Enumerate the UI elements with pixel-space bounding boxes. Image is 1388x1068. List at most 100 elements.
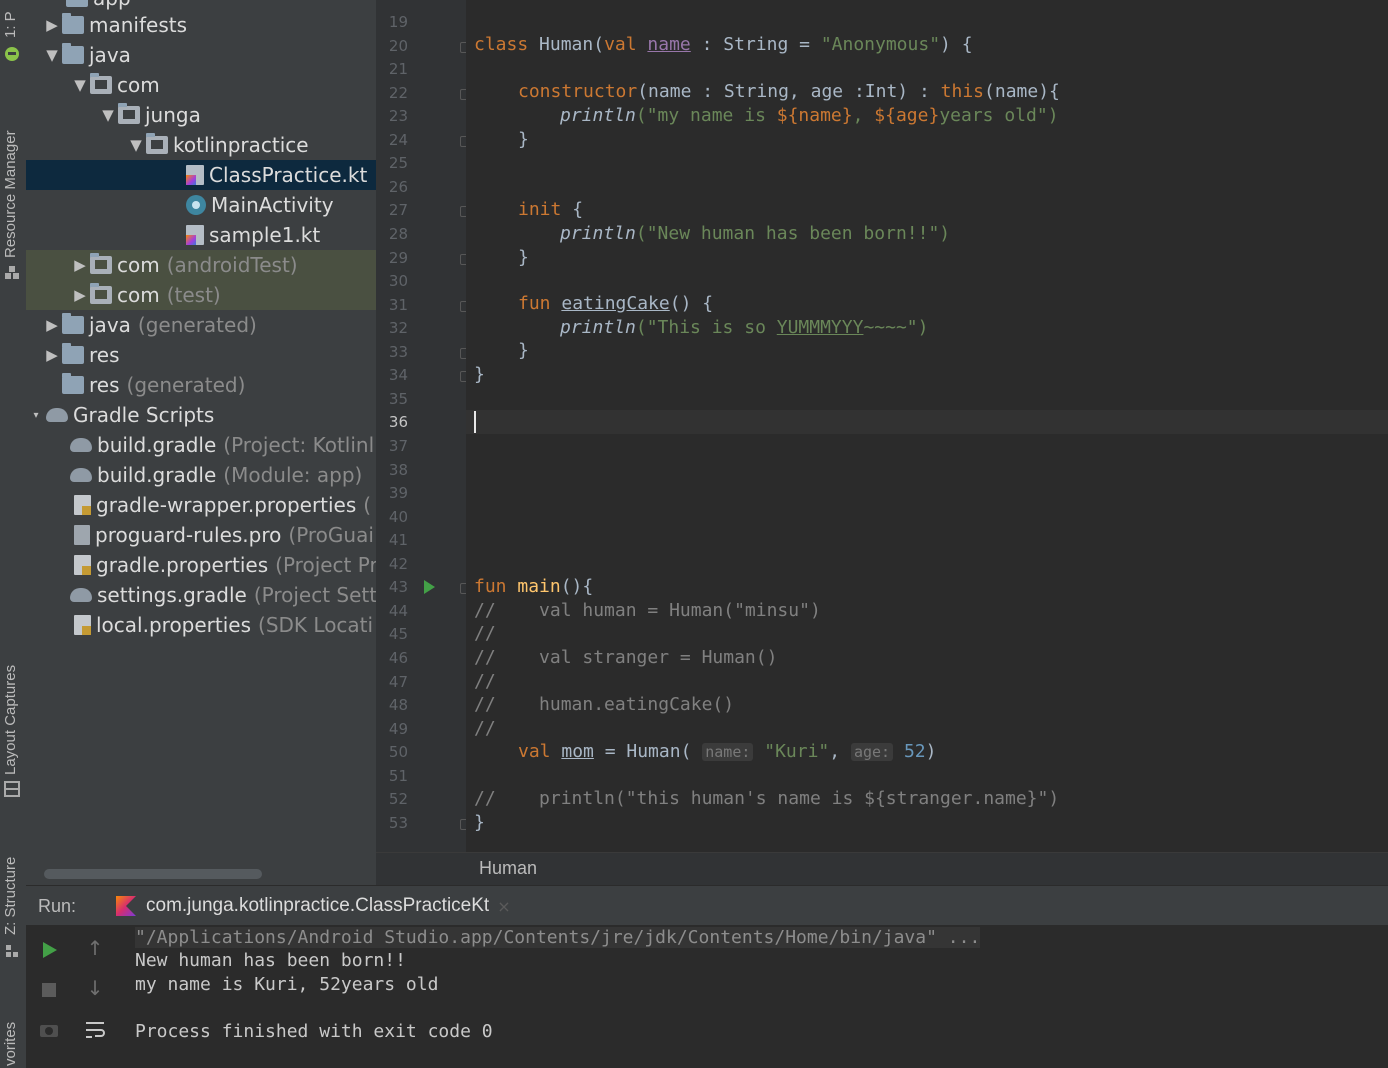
console-line: my name is Kuri, 52years old [135, 974, 439, 995]
tree-item-local-properties[interactable]: local.properties (SDK Locati [26, 610, 376, 640]
code-editor[interactable]: class Human(val name : String = "Anonymo… [466, 0, 1388, 852]
line-number: 49 [388, 720, 408, 738]
expand-arrow-icon[interactable]: ▶ [42, 316, 62, 334]
tree-item-settings-gradle[interactable]: settings.gradle (Project Setti [26, 580, 376, 610]
code-token: ("my name is [635, 105, 777, 126]
package-icon [90, 253, 112, 274]
tree-item-gradle-scripts[interactable]: ▾ Gradle Scripts [26, 400, 376, 430]
tree-item-com[interactable]: ▼ com [26, 70, 376, 100]
tree-horizontal-scrollbar[interactable] [44, 869, 262, 879]
down-arrow-icon[interactable]: ↓ [82, 975, 108, 1001]
line-number: 27 [388, 201, 408, 219]
favorites-tab[interactable]: vorites [2, 1022, 19, 1066]
folder-icon [62, 43, 84, 64]
line-number: 19 [388, 13, 408, 31]
expand-arrow-icon[interactable]: ▶ [70, 286, 90, 304]
layout-captures-tab[interactable]: Layout Captures [2, 665, 19, 775]
tree-item-proguard[interactable]: proguard-rules.pro (ProGuai [26, 520, 376, 550]
soft-wrap-icon[interactable] [82, 1017, 108, 1043]
tree-item-mainactivity[interactable]: MainActivity [26, 190, 376, 220]
tree-item-note: (ProGuai [288, 523, 374, 547]
tree-item-build-gradle-module[interactable]: build.gradle (Module: app) [26, 460, 376, 490]
tree-item-label: gradle-wrapper.properties [96, 493, 357, 517]
code-line-50: val mom = Human( name: "Kuri", age: 52) [518, 741, 936, 762]
tree-item-junga[interactable]: ▼ junga [26, 100, 376, 130]
code-token: : String = [690, 34, 821, 55]
run-gutter-icon[interactable] [424, 580, 435, 594]
line-number: 39 [388, 484, 408, 502]
tree-item-gradle-wrapper[interactable]: gradle-wrapper.properties ( [26, 490, 376, 520]
run-console[interactable]: "/Applications/Android Studio.app/Conten… [126, 925, 1388, 1068]
close-icon[interactable]: × [497, 897, 510, 916]
up-arrow-icon[interactable]: ↑ [82, 935, 108, 961]
run-tab-label: com.junga.kotlinpractice.ClassPracticeKt [146, 895, 490, 916]
collapse-arrow-icon[interactable]: ▼ [98, 106, 118, 124]
tree-item-sample1[interactable]: sample1.kt [26, 220, 376, 250]
tree-item-note: (Project Setti [253, 583, 376, 607]
line-number: 50 [388, 743, 408, 761]
tree-item-note: (Project Pr [275, 553, 376, 577]
code-token: ( [593, 34, 605, 55]
tree-item-note: (generated) [126, 373, 246, 397]
tree-item-label: sample1.kt [209, 223, 321, 247]
expand-arrow-icon[interactable]: ▶ [42, 16, 62, 34]
line-number: 48 [388, 696, 408, 714]
code-token: val [604, 34, 637, 55]
android-icon [3, 44, 21, 62]
tree-item-manifests[interactable]: ▶ manifests [26, 10, 376, 40]
collapse-arrow-icon[interactable]: ▼ [42, 46, 62, 64]
code-token: ("New human has been born!!") [635, 223, 951, 244]
collapse-arrow-icon[interactable]: ▼ [126, 136, 146, 154]
tree-item-classpractice[interactable]: ClassPractice.kt [26, 160, 376, 190]
tree-item-note: (Module: app) [223, 463, 363, 487]
expand-arrow-icon[interactable]: ▶ [42, 346, 62, 364]
tree-item-label: ClassPractice.kt [209, 163, 368, 187]
tree-item-label: proguard-rules.pro [95, 523, 282, 547]
line-number: 20 [388, 37, 408, 55]
breadcrumb-item[interactable]: Human [479, 858, 537, 879]
tree-item-label: java [89, 313, 131, 337]
tree-item-kotlinpractice[interactable]: ▼ kotlinpractice [26, 130, 376, 160]
properties-file-icon [74, 615, 91, 635]
line-number: 37 [388, 437, 408, 455]
code-line-23: println("my name is ${name}, ${age}years… [560, 105, 1059, 126]
resource-manager-icon [3, 264, 21, 282]
stop-button[interactable] [36, 977, 62, 1003]
code-line-45: // [474, 623, 496, 644]
camera-icon[interactable] [36, 1017, 62, 1043]
resource-manager-tab[interactable]: Resource Manager [2, 130, 19, 258]
code-token: eatingCake [561, 293, 670, 314]
project-tool-tab[interactable]: 1: P [2, 11, 19, 38]
expand-arrow-icon[interactable]: ▶ [70, 256, 90, 274]
console-line: Process finished with exit code 0 [135, 1021, 493, 1042]
kotlin-file-icon [186, 165, 204, 185]
line-number-gutter: 19 20 21 22 23 24 25 26 27 28 29 30 31 3… [376, 0, 471, 852]
tree-item-java-generated[interactable]: ▶ java (generated) [26, 310, 376, 340]
code-token: main [517, 576, 561, 597]
tree-item-com-androidtest[interactable]: ▶ com (androidTest) [26, 250, 376, 280]
tree-item-note: (generated) [137, 313, 257, 337]
run-config-tab[interactable]: com.junga.kotlinpractice.ClassPracticeKt… [110, 886, 517, 926]
collapse-arrow-icon[interactable]: ▼ [70, 76, 90, 94]
run-toolbar: ↑ ↓ [26, 925, 126, 1068]
line-number: 26 [388, 178, 408, 196]
tree-item-res[interactable]: ▶ res [26, 340, 376, 370]
parameter-hint: age: [850, 743, 894, 761]
tree-item-com-test[interactable]: ▶ com (test) [26, 280, 376, 310]
tree-item-label: build.gradle [97, 463, 217, 487]
structure-tab[interactable]: Z: Structure [2, 857, 19, 935]
tree-item-build-gradle-project[interactable]: build.gradle (Project: Kotlinl [26, 430, 376, 460]
res-folder-icon [62, 373, 84, 394]
gradle-icon [70, 468, 92, 482]
tree-item-res-generated[interactable]: res (generated) [26, 370, 376, 400]
code-line-43: fun main(){ [474, 576, 593, 597]
tree-item-java[interactable]: ▼ java [26, 40, 376, 70]
line-number: 28 [388, 225, 408, 243]
folder-icon [62, 13, 84, 34]
rerun-button[interactable] [36, 937, 62, 963]
code-token: println [560, 317, 636, 338]
collapse-arrow-icon[interactable]: ▾ [26, 410, 46, 421]
tree-item-gradle-properties[interactable]: gradle.properties (Project Pr [26, 550, 376, 580]
code-token: ${name} [776, 105, 853, 126]
tree-item-note: (Project: Kotlinl [223, 433, 375, 457]
